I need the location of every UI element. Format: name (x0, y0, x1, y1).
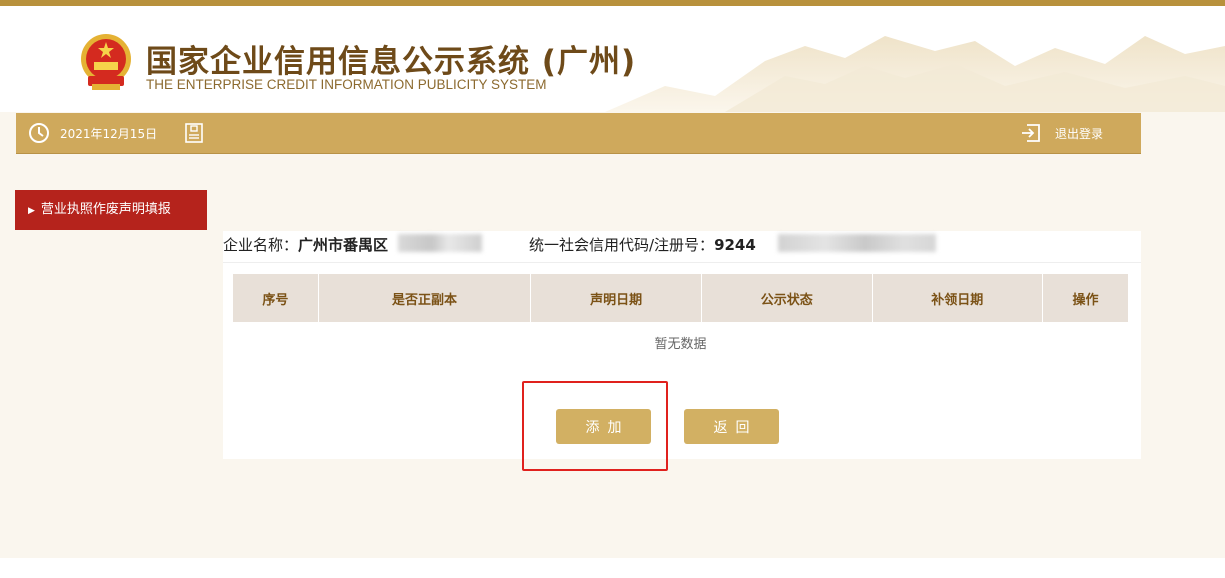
national-emblem-icon (81, 34, 131, 90)
site-title: 国家企业信用信息公示系统 (广州) (146, 44, 637, 80)
company-name-line: 企业名称：广州市番禺区 (223, 234, 388, 255)
sidebar-item-label: 营业执照作废声明填报 (40, 202, 171, 217)
back-button[interactable]: 返回 (684, 409, 779, 444)
column-header-index: 序号 (233, 274, 319, 322)
credit-code-value: 9244 (714, 236, 756, 254)
column-header-actions: 操作 (1042, 274, 1128, 322)
clock-icon (29, 123, 49, 143)
declaration-table: 序号 是否正副本 声明日期 公示状态 补领日期 操作 (233, 274, 1128, 322)
site-header: 国家企业信用信息公示系统 (广州) THE ENTERPRISE CREDIT … (0, 6, 1225, 112)
redacted-credit-code (778, 234, 936, 252)
sidebar-item-license-void-declaration[interactable]: ▶ 营业执照作废声明填报 (15, 190, 207, 230)
company-name-label: 企业名称： (223, 236, 299, 254)
column-header-publicity-status: 公示状态 (701, 274, 873, 322)
logout-link[interactable]: 退出登录 (1055, 125, 1103, 142)
highlight-box (522, 381, 668, 471)
column-header-original-copy: 是否正副本 (318, 274, 532, 322)
credit-code-line: 统一社会信用代码/注册号：9244 (529, 234, 756, 255)
document-icon[interactable] (184, 122, 204, 144)
table-header-row: 序号 是否正副本 声明日期 公示状态 补领日期 操作 (233, 274, 1128, 322)
credit-code-label: 统一社会信用代码/注册号： (529, 236, 715, 254)
caret-right-icon: ▶ (28, 206, 35, 216)
site-subtitle: THE ENTERPRISE CREDIT INFORMATION PUBLIC… (146, 77, 547, 92)
redacted-company-name (398, 234, 482, 252)
company-name-value: 广州市番禺区 (298, 236, 389, 254)
mountain-illustration (605, 36, 1225, 112)
column-header-declaration-date: 声明日期 (530, 274, 702, 322)
current-date: 2021年12月15日 (60, 127, 158, 141)
empty-table-message: 暂无数据 (654, 337, 707, 352)
nav-bar: 2021年12月15日 退出登录 (16, 113, 1141, 154)
column-header-reissue-date: 补领日期 (872, 274, 1044, 322)
divider (223, 262, 1141, 263)
page-footer (0, 558, 1225, 578)
logout-icon[interactable] (1020, 122, 1042, 144)
